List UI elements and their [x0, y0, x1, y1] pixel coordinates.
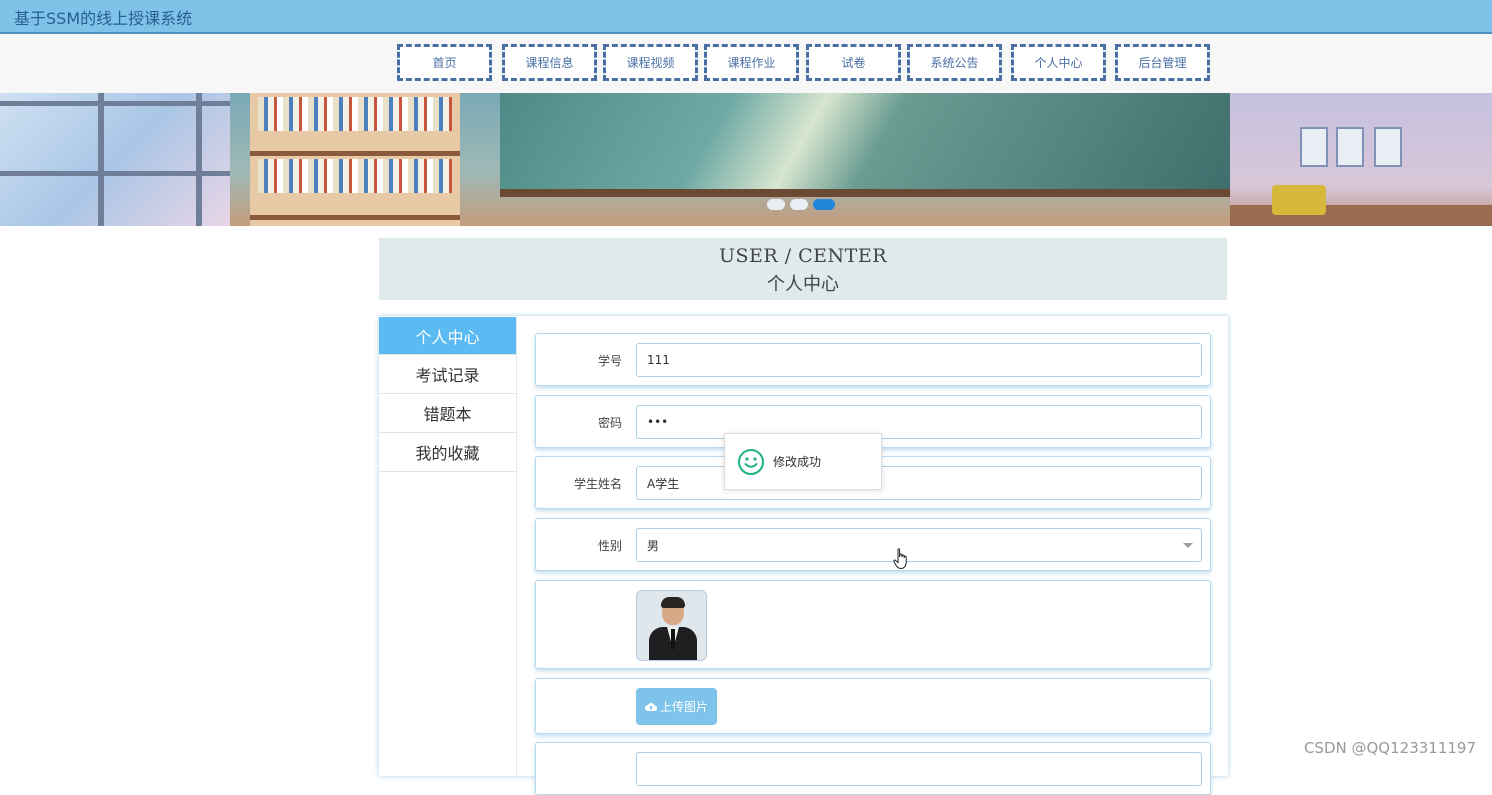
banner-blackboard-illustration — [500, 93, 1230, 197]
form-row-gender: 性别 男 — [535, 518, 1211, 571]
cloud-upload-icon — [645, 702, 657, 711]
chevron-down-icon — [1183, 543, 1193, 548]
sidebar-item-wrong-questions[interactable]: 错题本 — [379, 394, 516, 433]
banner-bucket-illustration — [1272, 185, 1326, 215]
gender-label: 性别 — [597, 539, 622, 553]
banner-bookshelf-illustration — [250, 93, 460, 226]
nav-item-course-info[interactable]: 课程信息 — [502, 44, 597, 81]
user-center-panel: 个人中心 考试记录 错题本 我的收藏 学号 111 密码 ••• 学生姓名 A学… — [379, 316, 1228, 795]
sidebar-item-favorites[interactable]: 我的收藏 — [379, 433, 516, 472]
student-id-field[interactable]: 111 — [636, 343, 1202, 377]
password-label: 密码 — [597, 416, 622, 430]
carousel-dot-active[interactable] — [813, 199, 835, 210]
site-title: 基于SSM的线上授课系统 — [14, 9, 193, 28]
nav-item-home[interactable]: 首页 — [397, 44, 492, 81]
carousel-dot[interactable] — [790, 199, 808, 210]
student-name-label: 学生姓名 — [573, 477, 622, 491]
upload-image-label: 上传图片 — [659, 700, 708, 714]
section-heading: USER / CENTER 个人中心 — [379, 238, 1227, 300]
avatar — [636, 590, 707, 661]
carousel-indicators — [767, 199, 835, 210]
upload-image-button[interactable]: 上传图片 — [636, 688, 717, 725]
sidebar-item-exam-records[interactable]: 考试记录 — [379, 355, 516, 394]
smile-icon — [738, 448, 764, 475]
hand-pointer-icon — [893, 548, 907, 570]
top-bar: 基于SSM的线上授课系统 — [0, 0, 1492, 34]
nav-item-personal-center[interactable]: 个人中心 — [1011, 44, 1106, 81]
password-field[interactable]: ••• — [636, 405, 1202, 439]
next-field[interactable] — [636, 752, 1202, 786]
student-name-field[interactable]: A学生 — [636, 466, 1202, 500]
nav-item-exam[interactable]: 试卷 — [806, 44, 901, 81]
nav-item-course-homework[interactable]: 课程作业 — [704, 44, 799, 81]
success-toast: 修改成功 — [724, 433, 882, 490]
main-nav: 首页 课程信息 课程视频 课程作业 试卷 系统公告 个人中心 后台管理 — [0, 34, 1492, 93]
section-heading-cn: 个人中心 — [767, 274, 839, 295]
nav-item-announcement[interactable]: 系统公告 — [907, 44, 1002, 81]
banner-window-illustration — [0, 93, 230, 226]
form-row-avatar — [535, 580, 1211, 669]
toast-message: 修改成功 — [773, 455, 822, 469]
banner-carousel — [0, 93, 1492, 226]
form-row-upload: 上传图片 — [535, 678, 1211, 734]
gender-select[interactable]: 男 — [636, 528, 1202, 562]
sidebar-item-personal-center[interactable]: 个人中心 — [379, 317, 516, 355]
watermark: CSDN @QQ123311197 — [1303, 739, 1476, 757]
form-row-student-id: 学号 111 — [535, 333, 1211, 386]
section-heading-en: USER / CENTER — [718, 245, 888, 267]
nav-item-admin[interactable]: 后台管理 — [1115, 44, 1210, 81]
sidebar: 个人中心 考试记录 错题本 我的收藏 — [379, 317, 517, 777]
nav-item-course-video[interactable]: 课程视频 — [603, 44, 698, 81]
student-id-label: 学号 — [597, 354, 622, 368]
banner-desk-illustration — [1230, 205, 1492, 226]
form-row-next — [535, 742, 1211, 795]
gender-select-value: 男 — [647, 538, 660, 553]
carousel-dot[interactable] — [767, 199, 785, 210]
